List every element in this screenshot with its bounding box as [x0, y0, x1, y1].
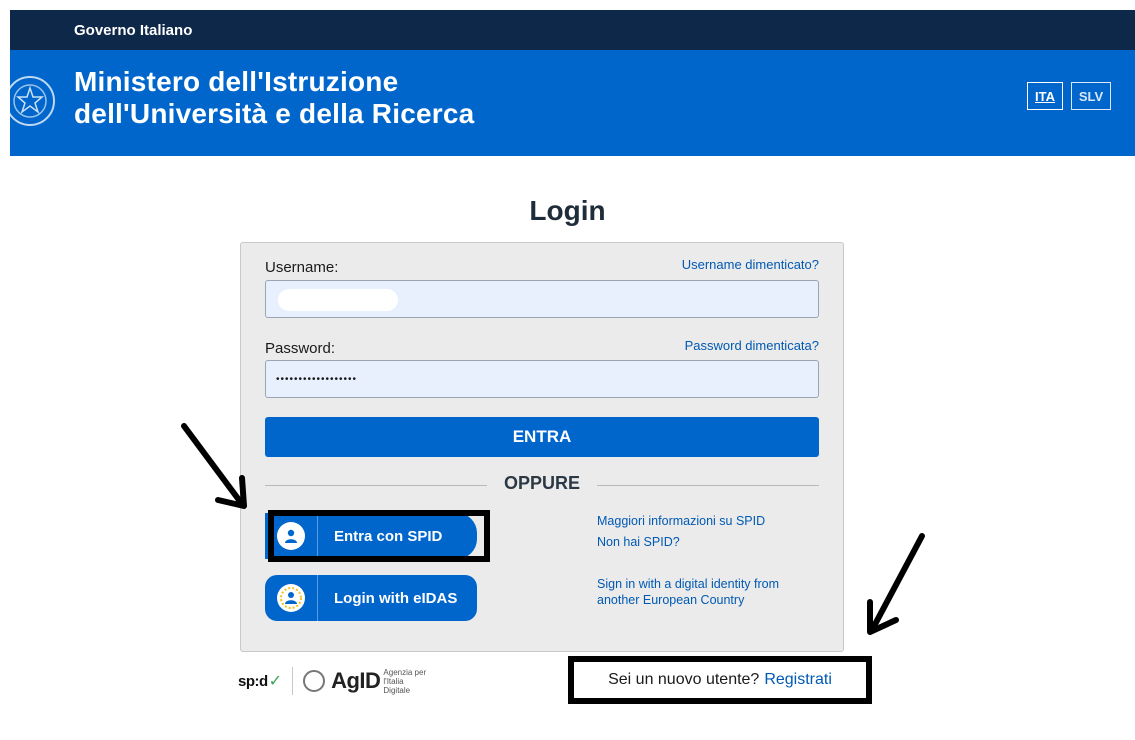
footer-logos: sp:d ✓ AgID Agenzia per l'Italia Digital…: [238, 664, 427, 698]
eidas-user-icon: [277, 584, 305, 612]
spid-login-button[interactable]: Entra con SPID: [265, 513, 477, 559]
spid-logo: sp:d: [238, 672, 268, 690]
no-spid-link[interactable]: Non hai SPID?: [597, 534, 680, 550]
gov-bar-label: Governo Italiano: [74, 21, 193, 39]
forgot-username-link[interactable]: Username dimenticato?: [682, 257, 819, 272]
spid-button-separator: [317, 513, 318, 559]
login-card: Username: Username dimenticato? Password…: [240, 242, 844, 652]
ministry-header: Ministero dell'Istruzione dell'Universit…: [10, 50, 1135, 156]
spid-button-label: Entra con SPID: [334, 527, 443, 545]
arrow-to-register-icon: [867, 533, 925, 635]
agid-logo: AgID: [331, 668, 381, 693]
eidas-info-line2: another European Country: [597, 593, 745, 607]
password-input[interactable]: ••••••••••••••••••: [265, 360, 819, 398]
register-prompt: Sei un nuovo utente? Registrati: [568, 656, 872, 704]
username-input[interactable]: [265, 280, 819, 318]
register-question: Sei un nuovo utente?: [608, 671, 760, 688]
logo-divider: [292, 667, 294, 695]
agid-emblem-icon: [303, 670, 326, 692]
divider-line-right: [597, 485, 819, 486]
password-label: Password:: [265, 340, 336, 357]
republic-emblem-icon: [10, 76, 55, 126]
ministry-title[interactable]: Ministero dell'Istruzione dell'Universit…: [74, 66, 474, 130]
gov-bar: Governo Italiano: [10, 10, 1135, 50]
divider-line-left: [265, 485, 487, 486]
forgot-password-link[interactable]: Password dimenticata?: [685, 338, 819, 353]
agid-subtitle: Agenzia per l'Italia Digitale: [383, 667, 427, 695]
entra-button[interactable]: ENTRA: [265, 417, 819, 457]
eidas-info-link[interactable]: Sign in with a digital identity from ano…: [597, 576, 779, 608]
eidas-info-line1: Sign in with a digital identity from: [597, 577, 780, 591]
register-link[interactable]: Registrati: [764, 671, 832, 689]
ministry-title-line2: dell'Università e della Ricerca: [74, 98, 475, 129]
spid-check-icon: ✓: [268, 673, 283, 690]
spid-user-icon: [277, 522, 305, 550]
username-label: Username:: [265, 259, 339, 276]
language-slv-button[interactable]: SLV: [1071, 82, 1111, 110]
spid-info-link[interactable]: Maggiori informazioni su SPID: [597, 513, 765, 529]
eidas-button-separator: [317, 575, 318, 621]
page-title: Login: [529, 195, 606, 226]
oppure-divider-label: OPPURE: [503, 473, 581, 493]
username-redacted-value: [278, 289, 398, 311]
ministry-title-line1: Ministero dell'Istruzione: [74, 66, 399, 97]
language-ita-button[interactable]: ITA: [1027, 82, 1063, 110]
eidas-button-label: Login with eIDAS: [334, 589, 458, 607]
eidas-login-button[interactable]: Login with eIDAS: [265, 575, 477, 621]
